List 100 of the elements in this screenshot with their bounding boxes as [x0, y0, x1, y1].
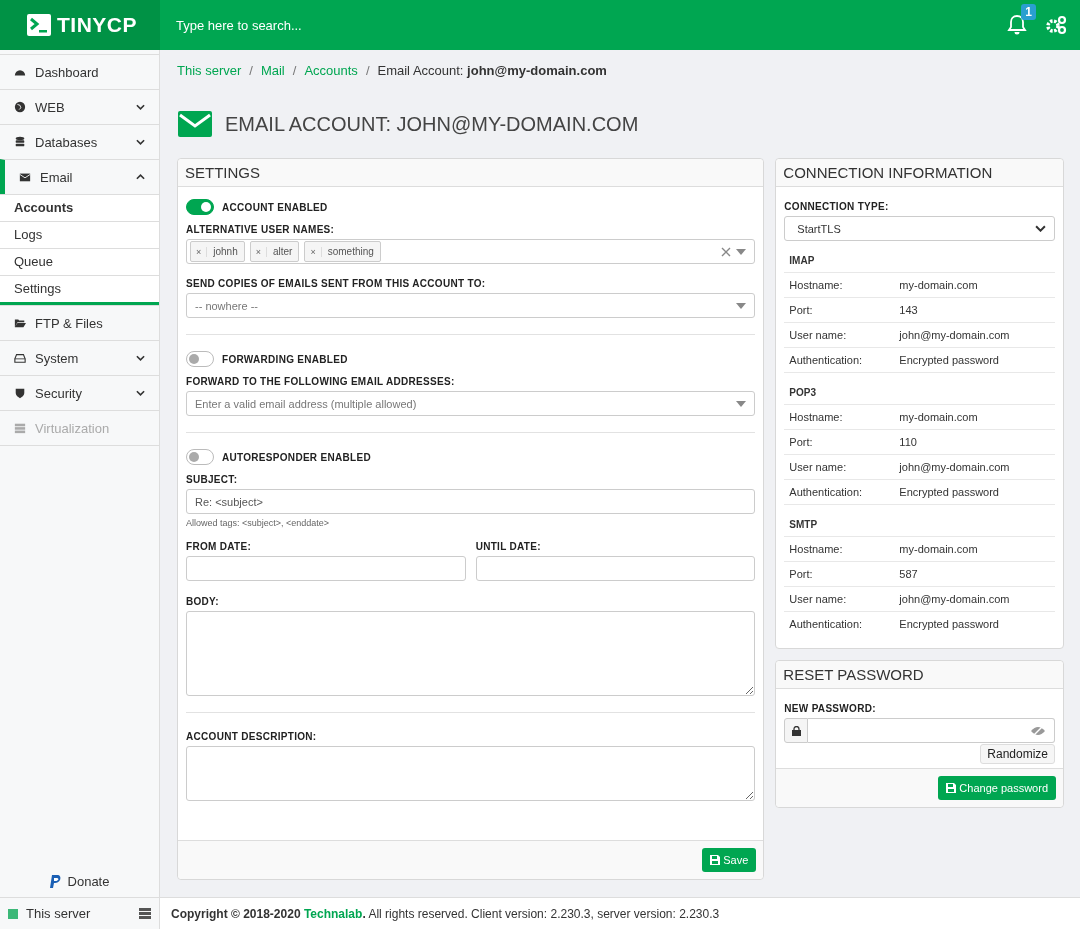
- chevron-down-icon: [136, 390, 145, 396]
- section-heading: SMTP: [784, 505, 1055, 537]
- info-value: my-domain.com: [899, 411, 978, 423]
- search-field[interactable]: Type here to search...: [160, 0, 1007, 50]
- info-value: Encrypted password: [899, 486, 999, 498]
- select-field[interactable]: StartTLS: [784, 216, 1055, 241]
- field-label: FORWARD TO THE FOLLOWING EMAIL ADDRESSES:: [186, 376, 456, 387]
- chevron-down-icon: [136, 139, 145, 145]
- tag-chip: × alter: [249, 241, 300, 262]
- info-label: Authentication:: [789, 618, 864, 630]
- dropdown-arrow-icon: [736, 400, 747, 407]
- info-label: Port:: [789, 304, 814, 316]
- toggle-switch[interactable]: [186, 449, 214, 465]
- info-value: john@my-domain.com: [899, 329, 1010, 341]
- info-value: my-domain.com: [899, 543, 978, 555]
- info-label: Port:: [789, 436, 814, 448]
- info-label: Port:: [789, 568, 814, 580]
- info-label: Authentication:: [789, 486, 864, 498]
- dropdown-arrow-icon: [736, 302, 747, 309]
- folder-icon: [14, 317, 26, 329]
- info-value: 587: [899, 568, 918, 580]
- info-label: Authentication:: [789, 354, 864, 366]
- info-value: Encrypted password: [899, 354, 999, 366]
- sidebar-subitem[interactable]: Accounts: [0, 194, 159, 221]
- sidebar-subitem[interactable]: Settings: [0, 275, 159, 302]
- section-heading: POP3: [784, 373, 1055, 405]
- chevron-down-icon: [136, 355, 145, 361]
- breadcrumb-separator: /: [249, 63, 253, 78]
- info-label: User name:: [789, 461, 848, 473]
- copyright-text: Copyright © 2018-2020 Technalab. All rights reserved. Client version: 2.230.3, server version: 2.230.3: [171, 906, 720, 921]
- select-field[interactable]: -- nowhere --: [186, 293, 756, 318]
- card-title: RESET PASSWORD: [776, 661, 1063, 689]
- info-value: 110: [899, 436, 917, 448]
- field-label: SUBJECT:: [186, 474, 239, 485]
- card-title: SETTINGS: [178, 159, 764, 187]
- server-icon: [14, 422, 26, 434]
- breadcrumb-current: Email Account: john@my-domain.com: [377, 63, 607, 78]
- field-label: ALTERNATIVE USER NAMES:: [186, 224, 336, 235]
- field-label: UNTIL DATE:: [475, 541, 542, 552]
- tag-chip: × something: [304, 241, 381, 262]
- terminal-logo-icon: [27, 14, 51, 36]
- info-value: my-domain.com: [899, 279, 978, 291]
- dropdown-arrow-icon[interactable]: [736, 248, 747, 255]
- envelope-icon: [19, 171, 31, 183]
- field-label: ACCOUNT DESCRIPTION:: [186, 731, 318, 742]
- tag-chip: × johnh: [190, 241, 245, 262]
- eye-slash-icon[interactable]: [1030, 724, 1046, 737]
- card-title: CONNECTION INFORMATION: [776, 159, 1063, 187]
- toggle-switch[interactable]: [186, 199, 214, 215]
- date-field[interactable]: [186, 556, 466, 581]
- tags-field[interactable]: × johnh × alter × something: [186, 239, 756, 264]
- info-label: Hostname:: [789, 411, 844, 423]
- help-text: Allowed tags: <subject>, <enddate>: [186, 518, 331, 528]
- sidebar-subitem[interactable]: Logs: [0, 221, 159, 248]
- clear-icon[interactable]: [721, 246, 732, 257]
- envelope-icon: [178, 111, 212, 137]
- settings-icon[interactable]: [1045, 15, 1067, 35]
- body-textarea[interactable]: [186, 611, 756, 696]
- field-label: BODY:: [186, 596, 220, 607]
- toggle-label: AUTORESPONDER ENABLED: [222, 451, 371, 463]
- info-value: john@my-domain.com: [899, 461, 1010, 473]
- date-field[interactable]: [475, 556, 756, 581]
- chevron-down-icon: [136, 104, 145, 110]
- sidebar-subitem[interactable]: Queue: [0, 248, 159, 275]
- info-value: Encrypted password: [899, 618, 999, 630]
- shield-icon: [14, 387, 26, 399]
- field-label: CONNECTION TYPE:: [784, 201, 890, 212]
- database-icon: [14, 136, 26, 148]
- bell-icon[interactable]: [1007, 14, 1027, 36]
- info-label: User name:: [789, 593, 848, 605]
- globe-icon: [14, 101, 26, 113]
- chevron-up-icon: [136, 174, 145, 180]
- info-label: Hostname:: [789, 279, 844, 291]
- paypal-icon: [49, 874, 62, 889]
- sidebar-item[interactable]: Email: [0, 159, 159, 194]
- info-label: Hostname:: [789, 543, 844, 555]
- toggle-switch[interactable]: [186, 351, 214, 367]
- toggle-label: FORWARDING ENABLED: [222, 353, 348, 365]
- lock-icon: [791, 725, 801, 736]
- randomize-button[interactable]: Randomize: [980, 744, 1055, 764]
- field-label: NEW PASSWORD:: [784, 703, 877, 714]
- chevron-down-icon: [1035, 225, 1046, 232]
- server-icon[interactable]: [139, 908, 151, 919]
- description-textarea[interactable]: [186, 746, 756, 801]
- field-label: FROM DATE:: [186, 541, 253, 552]
- breadcrumb-separator: /: [365, 63, 370, 78]
- info-label: User name:: [789, 329, 848, 341]
- page-title: EMAIL ACCOUNT: JOHN@MY-DOMAIN.COM: [225, 112, 639, 136]
- status-indicator: [8, 908, 18, 919]
- notification-badge: 1: [1021, 4, 1036, 20]
- donate-link[interactable]: Donate: [49, 874, 110, 897]
- logo-text[interactable]: TINYCP: [57, 13, 137, 37]
- info-value: john@my-domain.com: [899, 593, 1010, 605]
- password-field[interactable]: [808, 718, 1055, 743]
- field-label: SEND COPIES OF EMAILS SENT FROM THIS ACCOUNT TO:: [186, 278, 487, 289]
- subject-field[interactable]: Re: <subject>: [186, 489, 756, 514]
- section-heading: IMAP: [784, 241, 1055, 273]
- hard-drive-icon: [14, 352, 26, 364]
- info-value: 143: [899, 304, 918, 316]
- select-field[interactable]: Enter a valid email address (multiple allowed): [186, 391, 756, 416]
